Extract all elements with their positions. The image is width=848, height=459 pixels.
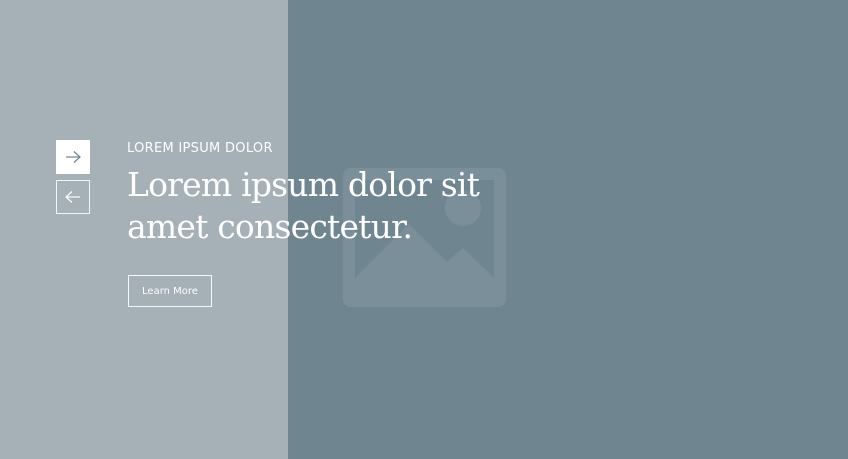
learn-more-button[interactable]: Learn More — [128, 275, 212, 307]
headline-line-1: Lorem ipsum dolor sit — [127, 165, 480, 204]
headline-line-2: amet consectetur. — [127, 207, 413, 246]
slide-eyebrow: LOREM IPSUM DOLOR — [127, 141, 273, 156]
arrow-right-icon — [66, 151, 81, 163]
slide-headline: Lorem ipsum dolor sit amet consectetur. — [127, 164, 547, 248]
next-slide-button[interactable] — [56, 140, 90, 174]
previous-slide-button[interactable] — [56, 180, 90, 214]
arrow-left-icon — [65, 191, 80, 203]
